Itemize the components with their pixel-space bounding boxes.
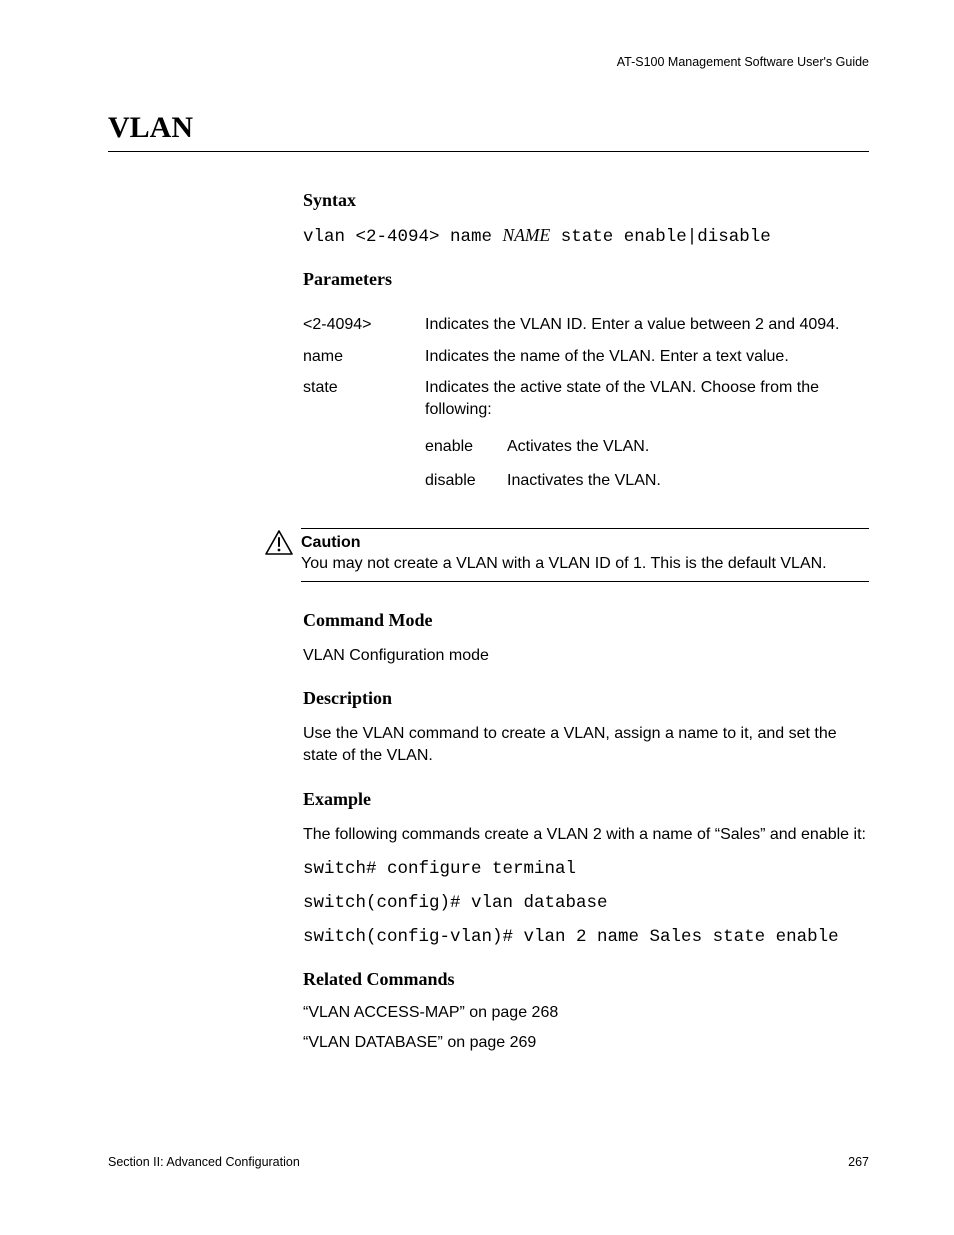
content-column: Syntax vlan <2-4094> name NAME state ena…: [303, 190, 869, 1052]
parameters-heading: Parameters: [303, 269, 869, 290]
syntax-heading: Syntax: [303, 190, 869, 211]
syntax-var: NAME: [503, 225, 551, 245]
subopt-desc: Activates the VLAN.: [507, 436, 661, 458]
param-row: <2-4094> Indicates the VLAN ID. Enter a …: [303, 314, 869, 336]
example-heading: Example: [303, 789, 869, 810]
param-row: name Indicates the name of the VLAN. Ent…: [303, 346, 869, 368]
footer-section: Section II: Advanced Configuration: [108, 1155, 300, 1169]
warning-icon: [265, 530, 293, 560]
page-footer: Section II: Advanced Configuration 267: [108, 1155, 869, 1169]
syntax-suffix: state enable|disable: [550, 227, 771, 247]
subopt-row: enable Activates the VLAN.: [425, 436, 661, 458]
description-text: Use the VLAN command to create a VLAN, a…: [303, 723, 869, 766]
param-desc: Indicates the name of the VLAN. Enter a …: [425, 346, 869, 368]
param-term: state: [303, 377, 425, 503]
subopt-row: disable Inactivates the VLAN.: [425, 470, 661, 492]
running-header: AT-S100 Management Software User's Guide: [108, 55, 869, 69]
description-heading: Description: [303, 688, 869, 709]
related-heading: Related Commands: [303, 969, 869, 990]
page: AT-S100 Management Software User's Guide…: [0, 0, 954, 1235]
caution-block: Caution You may not create a VLAN with a…: [265, 528, 869, 582]
syntax-line: vlan <2-4094> name NAME state enable|dis…: [303, 225, 869, 247]
subopt-term: enable: [425, 436, 507, 458]
command-mode-text: VLAN Configuration mode: [303, 645, 869, 667]
example-intro: The following commands create a VLAN 2 w…: [303, 824, 869, 846]
caution-text: You may not create a VLAN with a VLAN ID…: [301, 555, 827, 572]
example-code-line: switch(config-vlan)# vlan 2 name Sales s…: [303, 927, 869, 947]
syntax-prefix: vlan <2-4094> name: [303, 227, 503, 247]
footer-page-number: 267: [848, 1155, 869, 1169]
param-desc: Indicates the active state of the VLAN. …: [425, 377, 869, 503]
related-link: “VLAN ACCESS-MAP” on page 268: [303, 1004, 869, 1022]
parameters-table: <2-4094> Indicates the VLAN ID. Enter a …: [303, 304, 869, 514]
page-title: VLAN: [108, 111, 869, 152]
command-mode-heading: Command Mode: [303, 610, 869, 631]
example-code-line: switch(config)# vlan database: [303, 893, 869, 913]
subopt-desc: Inactivates the VLAN.: [507, 470, 661, 492]
param-row: state Indicates the active state of the …: [303, 377, 869, 503]
param-desc-text: Indicates the active state of the VLAN. …: [425, 379, 819, 418]
suboptions-table: enable Activates the VLAN. disable Inact…: [425, 424, 661, 503]
example-code-line: switch# configure terminal: [303, 859, 869, 879]
param-term: name: [303, 346, 425, 368]
related-link: “VLAN DATABASE” on page 269: [303, 1034, 869, 1052]
param-term: <2-4094>: [303, 314, 425, 336]
param-desc: Indicates the VLAN ID. Enter a value bet…: [425, 314, 869, 336]
subopt-term: disable: [425, 470, 507, 492]
caution-body: Caution You may not create a VLAN with a…: [301, 528, 869, 582]
caution-label: Caution: [301, 534, 361, 551]
